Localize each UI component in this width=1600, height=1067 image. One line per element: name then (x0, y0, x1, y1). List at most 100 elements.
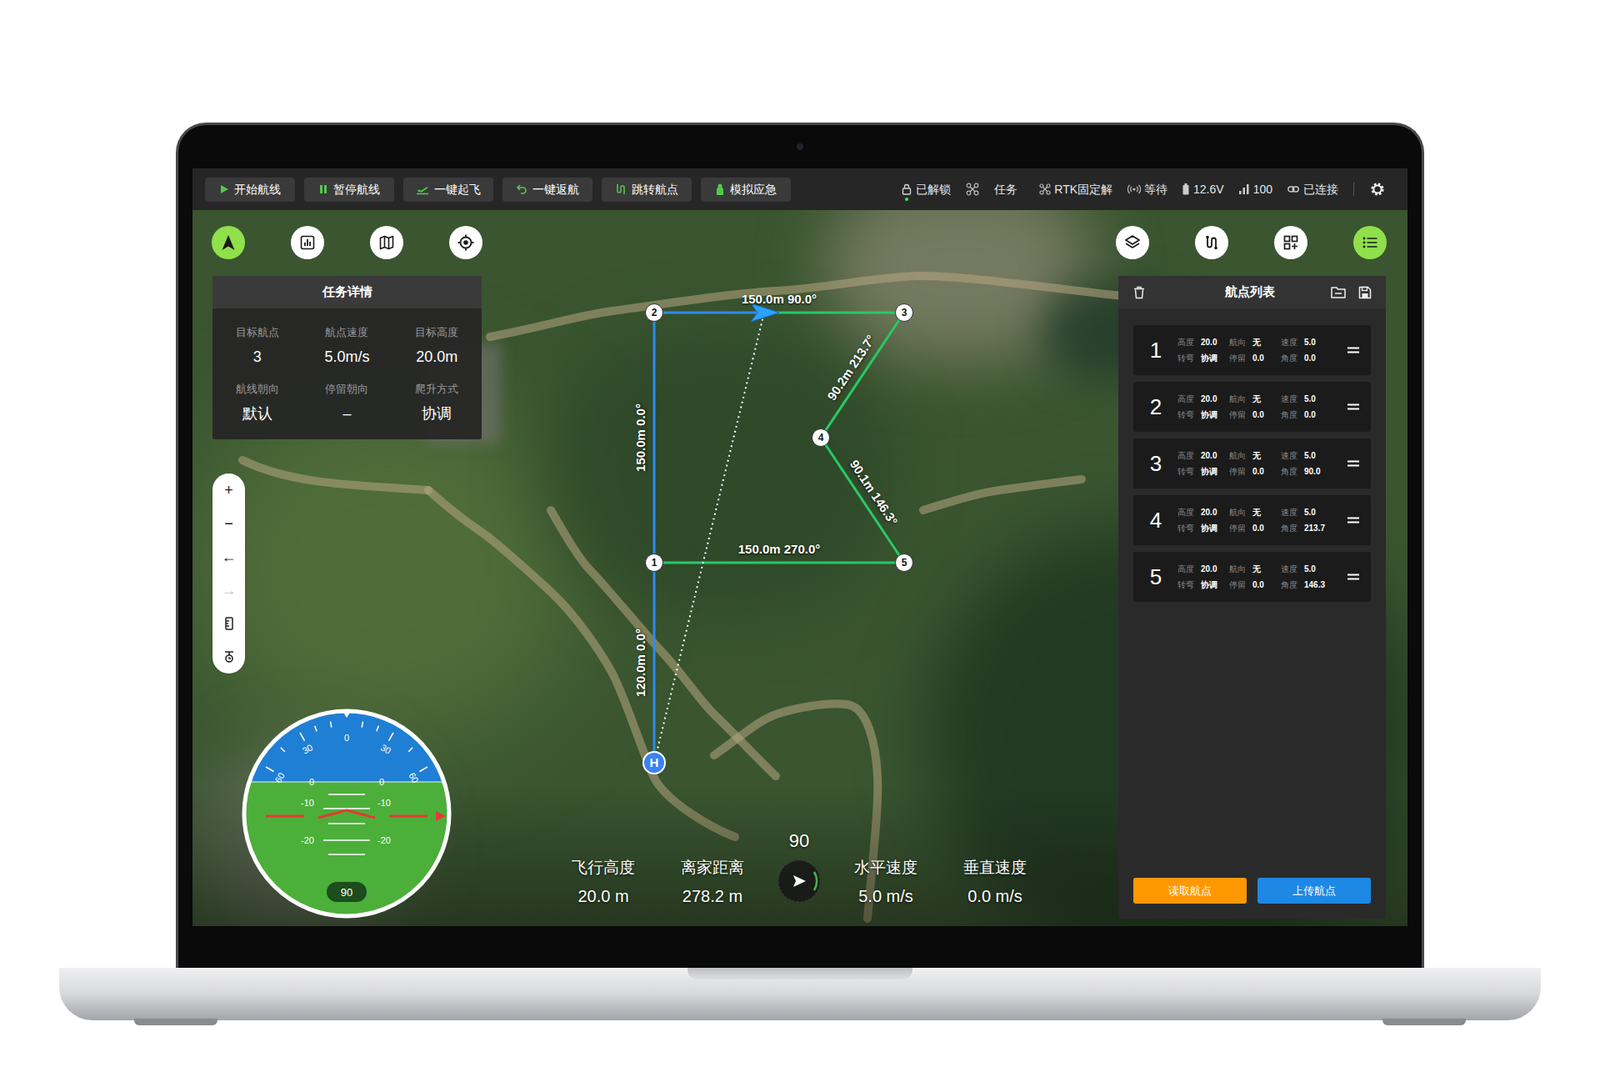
list-icon (1362, 235, 1378, 250)
field-label: 速度 (1280, 394, 1305, 405)
roll-scale-label: 60 (272, 770, 287, 785)
waypoint-row[interactable]: 5高度20.0航向无速度5.0转弯协调停留0.0角度146.3 (1133, 551, 1371, 602)
laptop-foot (1382, 1018, 1466, 1025)
drag-handle-icon[interactable] (1347, 346, 1360, 354)
home-marker[interactable]: H (642, 750, 666, 775)
button-label: 暂停航线 (333, 180, 380, 199)
settings-button[interactable] (1369, 180, 1386, 198)
field-value: 0.0 (1252, 353, 1281, 364)
app-screen: 开始航线 暂停航线 一键起飞 一键返航 跳转航点 (192, 168, 1408, 926)
readout-label: 飞行高度 (571, 857, 635, 878)
zoom-tool-button[interactable]: + (212, 473, 245, 507)
attitude-heading: 90 (340, 885, 353, 899)
waypoint-marker[interactable]: 2 (645, 303, 664, 322)
navigate-button[interactable] (211, 225, 245, 260)
field-label: 高度 (1177, 564, 1201, 575)
map-view[interactable]: 120.0m 0.0°150.0m 0.0°150.0m 90.0°90.2m … (192, 210, 1408, 926)
telemetry-readout: 水平速度 5.0 m/s (835, 830, 936, 906)
roll-scale-label: 60 (406, 770, 421, 785)
layers-button[interactable] (1115, 225, 1150, 260)
folded-map-icon (379, 235, 395, 250)
upload-waypoints-button[interactable]: 上传航点 (1257, 877, 1371, 904)
jump-waypoint-button[interactable]: 跳转航点 (601, 177, 692, 202)
field-label: 航向 (1229, 507, 1253, 518)
link-icon (1287, 185, 1300, 194)
field-value: 0.0 (1252, 410, 1281, 420)
takeoff-button[interactable]: 一键起飞 (403, 177, 494, 202)
list-button[interactable] (1353, 225, 1387, 260)
return-home-button[interactable]: 一键返航 (502, 177, 593, 202)
chart-button[interactable] (290, 225, 325, 260)
field-label: 高度 (1177, 394, 1201, 405)
signal-bars-icon (1239, 184, 1250, 195)
base-notch (687, 967, 913, 980)
zoom-tool-button[interactable]: → (212, 573, 245, 607)
mission-field: 爬升方式协调 (391, 381, 482, 424)
route-button[interactable] (1195, 225, 1229, 260)
open-file-button[interactable] (1329, 283, 1348, 302)
field-value: 0.0 (1252, 523, 1281, 534)
person-icon (715, 183, 725, 195)
drone-arrow-icon (750, 303, 780, 322)
start-route-button[interactable]: 开始航线 (205, 177, 295, 202)
waypoint-fields: 高度20.0航向无速度5.0转弯协调停留0.0角度0.0 (1177, 337, 1333, 364)
waypoint-row[interactable]: 2高度20.0航向无速度5.0转弯协调停留0.0角度0.0 (1133, 381, 1371, 432)
takeoff-icon (415, 183, 430, 195)
button-label: 一键返航 (532, 180, 580, 199)
laptop-frame: 开始航线 暂停航线 一键起飞 一键返航 跳转航点 (175, 122, 1425, 968)
waypoint-marker[interactable]: 5 (895, 553, 914, 572)
map-button[interactable] (370, 225, 404, 260)
grid-button[interactable] (1274, 225, 1308, 260)
field-value: 5.0 (1304, 450, 1333, 461)
waypoint-panel-header: 航点列表 (1118, 275, 1386, 309)
ruler-button[interactable] (212, 606, 245, 640)
attitude-indicator: 60 30 0 30 60 0 0 -10 -10 -20 -20 (240, 707, 453, 920)
waypoint-row[interactable]: 1高度20.0航向无速度5.0转弯协调停留0.0角度0.0 (1133, 325, 1371, 375)
field-value: 3 (253, 346, 262, 367)
pitch-scale-label: -10 (300, 797, 315, 808)
waypoint-marker[interactable]: 4 (811, 428, 830, 447)
drag-handle-icon[interactable] (1347, 516, 1360, 524)
field-label: 停留 (1229, 580, 1253, 590)
waypoint-marker[interactable]: 1 (645, 553, 664, 572)
map-tools-left (211, 225, 483, 260)
laptop-base (59, 967, 1541, 1020)
field-label: 转弯 (1177, 466, 1201, 477)
field-value: 5.0 (1304, 564, 1333, 575)
signal-wave-icon (1127, 184, 1141, 195)
field-label: 速度 (1280, 564, 1305, 575)
field-value: 20.0 (1200, 507, 1230, 518)
measure-button[interactable] (212, 640, 245, 674)
return-icon (515, 183, 528, 195)
link-state-status: 等待 (1127, 180, 1168, 199)
drag-handle-icon[interactable] (1347, 573, 1360, 580)
connection-status: 已连接 (1287, 180, 1339, 199)
delete-button[interactable] (1130, 283, 1149, 302)
locate-button[interactable] (449, 225, 483, 260)
field-value: 无 (1252, 394, 1281, 405)
simulate-emergency-button[interactable]: 模拟应急 (700, 177, 791, 202)
pause-route-button[interactable]: 暂停航线 (304, 177, 395, 202)
save-button[interactable] (1355, 283, 1375, 302)
zoom-tool-button[interactable]: − (212, 506, 245, 540)
field-label: 角度 (1280, 353, 1305, 364)
field-value: 20.0 (1200, 337, 1230, 348)
waypoint-row[interactable]: 4高度20.0航向无速度5.0转弯协调停留0.0角度213.7 (1133, 495, 1371, 545)
read-waypoints-button[interactable]: 读取航点 (1133, 877, 1247, 904)
zoom-tool-button[interactable]: ← (212, 540, 245, 574)
pitch-scale-label: -20 (300, 835, 315, 845)
drag-handle-icon[interactable] (1347, 403, 1360, 410)
readout-value: 5.0 m/s (858, 885, 914, 906)
folder-icon (1330, 285, 1346, 299)
waypoint-row[interactable]: 3高度20.0航向无速度5.0转弯协调停留0.0角度90.0 (1133, 438, 1371, 489)
field-value: 协调 (1200, 523, 1230, 534)
status-bar: 已解锁 任务 RTK固定解 等待 12.6V (901, 180, 1386, 199)
marker-label: 4 (818, 430, 825, 445)
waypoint-marker[interactable]: 3 (895, 303, 914, 322)
drag-handle-icon[interactable] (1347, 460, 1360, 467)
field-label: 转弯 (1177, 580, 1201, 590)
mission-field: 航点速度5.0m/s (302, 325, 393, 367)
field-label: 停留 (1229, 523, 1253, 534)
laptop-foot (134, 1018, 218, 1025)
grid-plus-icon (1283, 235, 1299, 250)
